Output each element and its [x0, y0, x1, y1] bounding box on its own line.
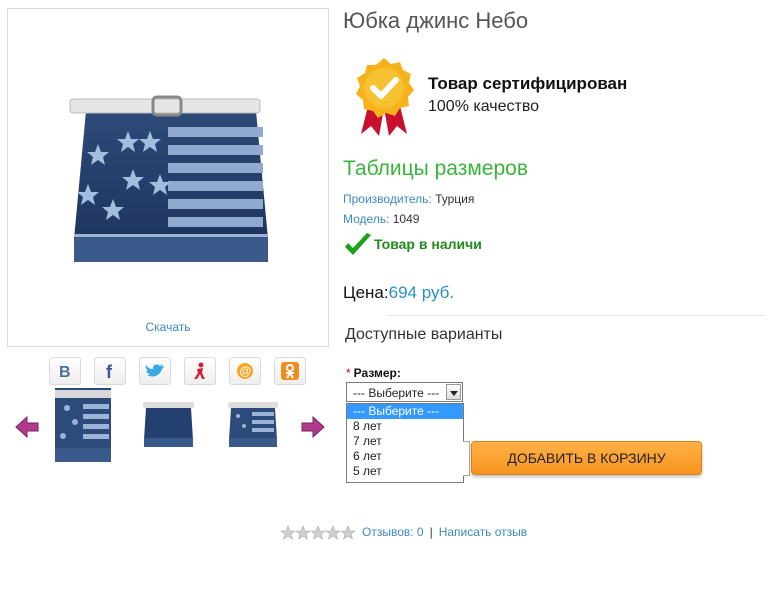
certified-title: Товар сертифицирован — [428, 74, 628, 93]
size-option[interactable]: 8 лет — [347, 419, 463, 434]
reviews-count-link[interactable]: Отзывов: 0 — [362, 525, 424, 539]
download-link[interactable]: Скачать — [8, 320, 328, 334]
size-dropdown-list: --- Выберите --- 8 лет 7 лет 6 лет 5 лет — [346, 403, 464, 483]
model-row: Модель: 1049 — [343, 212, 419, 226]
reviews-separator: | — [429, 525, 433, 539]
price-row: Цена:694 руб. — [343, 283, 454, 303]
in-stock-label: Товар в наличи — [374, 236, 482, 252]
price-label: Цена: — [343, 283, 389, 302]
quantity-input[interactable] — [463, 441, 470, 476]
thumbnail-3[interactable] — [228, 402, 278, 448]
svg-text:@: @ — [240, 364, 252, 378]
svg-text:f: f — [106, 362, 113, 380]
size-field-label: * Размер: — [346, 366, 401, 380]
in-stock-check-icon — [345, 233, 371, 255]
size-option[interactable]: --- Выберите --- — [347, 404, 463, 419]
price-value: 694 руб. — [388, 283, 455, 302]
mail-ru-share-button[interactable]: @ — [229, 357, 261, 385]
product-image-box: Скачать — [7, 8, 329, 347]
variants-heading: Доступные варианты — [345, 326, 503, 343]
manufacturer-row: Производитель: Турция — [343, 192, 474, 206]
size-select-value: --- Выберите --- — [353, 386, 440, 400]
size-option[interactable]: 7 лет — [347, 434, 463, 449]
product-image[interactable] — [68, 89, 273, 269]
certified-subtitle: 100% качество — [428, 98, 540, 115]
mail-ru-icon: @ — [237, 363, 253, 379]
size-option[interactable]: 6 лет — [347, 449, 463, 464]
ok-icon — [281, 362, 299, 380]
size-select[interactable]: --- Выберите --- — [346, 382, 463, 402]
facebook-icon: f — [106, 362, 113, 380]
vk-icon: В — [59, 364, 71, 380]
twitter-share-button[interactable] — [139, 357, 171, 385]
ok-share-button[interactable] — [274, 357, 306, 385]
write-review-link[interactable]: Написать отзыв — [439, 525, 527, 539]
rating-stars-icon — [280, 525, 356, 540]
vk-share-button[interactable]: В — [49, 357, 81, 385]
add-to-cart-button[interactable]: ДОБАВИТЬ В КОРЗИНУ — [471, 441, 702, 475]
divider — [388, 315, 765, 316]
facebook-share-button[interactable]: f — [94, 357, 126, 385]
required-mark: * — [346, 366, 351, 380]
model-label: Модель: — [343, 212, 390, 226]
manufacturer-label[interactable]: Производитель: — [343, 192, 432, 206]
product-title: Юбка джинс Небо — [343, 8, 529, 33]
size-label-text: Размер: — [353, 366, 401, 380]
size-tables-link[interactable]: Таблицы размеров — [343, 157, 528, 181]
twitter-icon — [145, 364, 165, 377]
size-option[interactable]: 5 лет — [347, 464, 463, 479]
odnoklassniki-person-share-button[interactable] — [184, 357, 216, 385]
thumbnails-next-arrow-icon[interactable] — [300, 415, 326, 439]
thumbnail-1[interactable] — [55, 388, 111, 462]
odnoklassniki-person-icon — [194, 362, 205, 379]
thumbnails-prev-arrow-icon[interactable] — [14, 415, 40, 439]
thumbnail-2[interactable] — [143, 402, 194, 448]
model-value: 1049 — [392, 212, 420, 226]
chevron-down-icon[interactable] — [446, 384, 461, 400]
svg-text:В: В — [59, 364, 71, 380]
reviews-row: Отзывов: 0 | Написать отзыв — [362, 525, 527, 539]
certificate-badge-icon — [356, 58, 414, 136]
manufacturer-value: Турция — [435, 192, 475, 206]
